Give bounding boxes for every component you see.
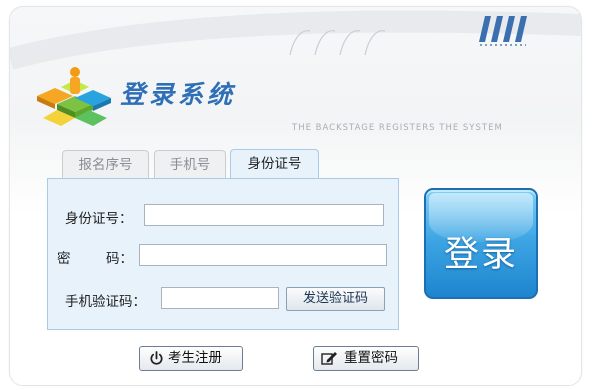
register-button[interactable]: 考生注册 bbox=[139, 346, 243, 371]
send-code-button[interactable]: 发送验证码 bbox=[286, 287, 385, 311]
register-button-label: 考生注册 bbox=[168, 350, 222, 366]
tab-phone-number[interactable]: 手机号 bbox=[154, 150, 226, 178]
sms-code-label: 手机验证码： bbox=[65, 294, 146, 310]
power-icon bbox=[150, 351, 163, 365]
system-subtitle: THE BACKSTAGE REGISTERS THE SYSTEM bbox=[292, 123, 503, 133]
id-number-label: 身份证号： bbox=[65, 211, 133, 227]
password-label-first: 密 bbox=[57, 251, 71, 267]
system-title: 登录系统 bbox=[120, 80, 237, 109]
login-button[interactable]: 登录 bbox=[424, 188, 538, 299]
reset-password-button[interactable]: 重置密码 bbox=[313, 346, 419, 371]
logo-icon bbox=[37, 67, 111, 126]
stripes-decoration bbox=[479, 16, 527, 42]
tab-id-number[interactable]: 身份证号 bbox=[230, 149, 319, 180]
password-input[interactable] bbox=[139, 244, 387, 266]
sms-code-input[interactable] bbox=[161, 287, 279, 309]
tab-registration-number[interactable]: 报名序号 bbox=[62, 150, 149, 178]
password-label-second: 码： bbox=[106, 251, 133, 267]
login-button-label: 登录 bbox=[443, 235, 518, 275]
id-number-input[interactable] bbox=[144, 204, 384, 226]
dots-decoration bbox=[480, 44, 526, 46]
reset-password-button-label: 重置密码 bbox=[344, 350, 398, 366]
edit-icon bbox=[321, 352, 337, 365]
